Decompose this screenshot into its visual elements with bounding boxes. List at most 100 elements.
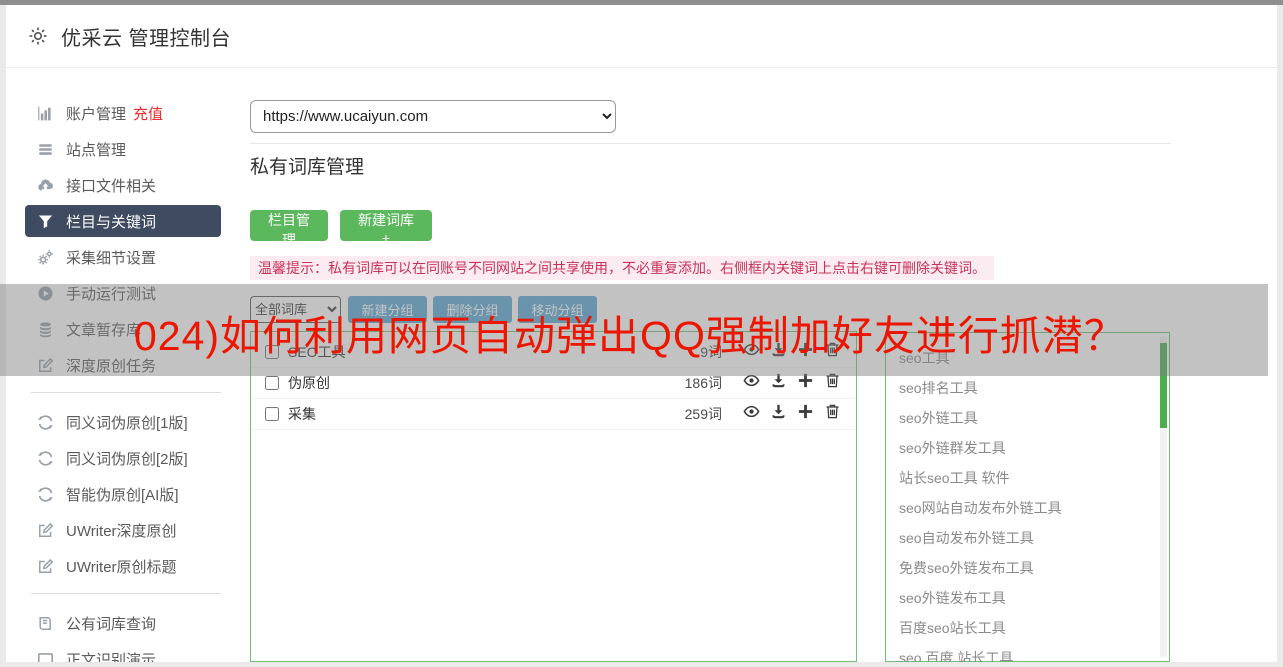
sidebar-item-label: 手动运行测试 bbox=[66, 285, 157, 303]
sidebar-item[interactable]: 智能伪原创[AI版] bbox=[25, 476, 221, 512]
eye-icon[interactable] bbox=[743, 372, 761, 390]
lexicon-list-panel: SEO工具 9词 伪原创 186词 采集 259词 bbox=[250, 331, 857, 662]
download-icon[interactable] bbox=[770, 403, 788, 421]
refresh-icon bbox=[37, 486, 54, 503]
sidebar-item-label: UWriter深度原创 bbox=[66, 522, 177, 540]
recharge-link[interactable]: 充值 bbox=[133, 103, 163, 124]
database-icon bbox=[37, 321, 54, 338]
edit-icon bbox=[37, 558, 54, 575]
app-root: 优采云 管理控制台 账户管理 充值 站点管理 接口文件相关 栏目与关键词 采集细… bbox=[0, 0, 1283, 667]
sidebar-group-rewrite: 同义词伪原创[1版] 同义词伪原创[2版] 智能伪原创[AI版] UWriter… bbox=[6, 404, 246, 584]
lexicon-filter-select[interactable]: 全部词库 bbox=[250, 296, 341, 323]
sidebar-item-label: 采集细节设置 bbox=[66, 249, 157, 267]
edit-icon bbox=[37, 357, 54, 374]
refresh-icon bbox=[37, 450, 54, 467]
tip-banner: 温馨提示：私有词库可以在同账号不同网站之间共享使用，不必重复添加。右侧框内关键词… bbox=[250, 256, 994, 280]
new-group-button[interactable]: 新建分组 bbox=[348, 296, 427, 323]
site-select[interactable]: https://www.ucaiyun.com bbox=[250, 100, 616, 133]
sidebar-item[interactable]: 站点管理 bbox=[25, 131, 221, 167]
sidebar-item[interactable]: 采集细节设置 bbox=[25, 239, 221, 275]
sidebar-item[interactable]: 文章暂存库 bbox=[25, 311, 221, 347]
move-group-button[interactable]: 移动分组 bbox=[518, 296, 597, 323]
keyword-item[interactable]: seo 百度 站长工具 bbox=[886, 643, 1169, 662]
gears-icon bbox=[37, 249, 54, 266]
sidebar-item-label: 同义词伪原创[1版] bbox=[66, 414, 188, 432]
bar-chart-icon bbox=[37, 105, 54, 122]
delete-group-button[interactable]: 删除分组 bbox=[433, 296, 512, 323]
keyword-item[interactable]: seo外链群发工具 bbox=[886, 433, 1169, 463]
plus-icon[interactable] bbox=[797, 403, 815, 421]
book-icon bbox=[37, 615, 54, 632]
keyword-item[interactable]: seo自动发布外链工具 bbox=[886, 523, 1169, 553]
keyword-item[interactable]: 免费seo外链发布工具 bbox=[886, 553, 1169, 583]
sidebar-item[interactable]: 同义词伪原创[1版] bbox=[25, 404, 221, 440]
keyword-list-panel: seo工具 seo排名工具 seo外链工具 seo外链群发工具 站长seo工具 软件 se… bbox=[885, 332, 1170, 662]
sidebar-divider bbox=[31, 392, 221, 393]
edit-icon bbox=[37, 522, 54, 539]
plus-icon[interactable] bbox=[797, 372, 815, 390]
column-manage-button[interactable]: 栏目管理 bbox=[250, 210, 328, 248]
lexicon-checkbox[interactable] bbox=[265, 407, 279, 421]
keyword-item[interactable]: 百度seo站长工具 bbox=[886, 613, 1169, 643]
sidebar-item-label: 站点管理 bbox=[66, 141, 127, 159]
section-divider bbox=[250, 143, 1171, 144]
sidebar-item-label: 文章暂存库 bbox=[66, 321, 142, 339]
trash-icon[interactable] bbox=[824, 403, 842, 421]
keyword-item[interactable]: seo工具 bbox=[886, 343, 1169, 373]
lexicon-checkbox[interactable] bbox=[265, 345, 279, 359]
scrollbar-track[interactable] bbox=[1160, 337, 1167, 657]
sidebar-item-label: 公有词库查询 bbox=[66, 615, 157, 633]
sidebar-group-main: 账户管理 充值 站点管理 接口文件相关 栏目与关键词 采集细节设置 手动运行测试… bbox=[6, 95, 246, 383]
lexicon-row: SEO工具 9词 bbox=[251, 337, 856, 368]
play-icon bbox=[37, 285, 54, 302]
lexicon-actions bbox=[734, 341, 842, 363]
lexicon-actions bbox=[734, 372, 842, 394]
sidebar-item[interactable]: 公有词库查询 bbox=[25, 605, 221, 641]
lexicon-checkbox[interactable] bbox=[265, 376, 279, 390]
trash-icon[interactable] bbox=[824, 341, 842, 359]
lexicon-word-count: 259词 bbox=[684, 406, 722, 422]
lexicon-name: 伪原创 bbox=[288, 375, 330, 391]
sidebar-item-label: 正文识别演示 bbox=[66, 651, 157, 663]
sidebar-item-label: 智能伪原创[AI版] bbox=[66, 486, 179, 504]
download-icon[interactable] bbox=[770, 372, 788, 390]
plus-icon[interactable] bbox=[797, 341, 815, 359]
scrollbar-thumb[interactable] bbox=[1160, 343, 1167, 428]
sidebar-item-label: 接口文件相关 bbox=[66, 177, 157, 195]
app-title: 优采云 管理控制台 bbox=[61, 27, 232, 50]
lexicon-name: 采集 bbox=[288, 406, 316, 422]
sidebar-item[interactable]: 接口文件相关 bbox=[25, 167, 221, 203]
new-lexicon-button[interactable]: 新建词库 + bbox=[340, 210, 432, 246]
funnel-icon bbox=[37, 213, 54, 230]
gear-icon bbox=[28, 26, 48, 46]
app-card: 优采云 管理控制台 账户管理 充值 站点管理 接口文件相关 栏目与关键词 采集细… bbox=[6, 5, 1277, 662]
sidebar-item[interactable]: 账户管理 充值 bbox=[25, 95, 221, 131]
sidebar-item[interactable]: UWriter深度原创 bbox=[25, 512, 221, 548]
sidebar-item-label: 栏目与关键词 bbox=[66, 213, 157, 231]
page-title: 私有词库管理 bbox=[250, 157, 365, 178]
sidebar-divider bbox=[31, 593, 221, 594]
keyword-item[interactable]: seo外链发布工具 bbox=[886, 583, 1169, 613]
keyword-item[interactable]: seo网站自动发布外链工具 bbox=[886, 493, 1169, 523]
monitor-icon bbox=[37, 651, 54, 662]
keyword-item[interactable]: seo排名工具 bbox=[886, 373, 1169, 403]
sidebar-item[interactable]: UWriter原创标题 bbox=[25, 548, 221, 584]
lexicon-row: 采集 259词 bbox=[251, 399, 856, 430]
download-icon[interactable] bbox=[770, 341, 788, 359]
keyword-item[interactable]: seo外链工具 bbox=[886, 403, 1169, 433]
lexicon-word-count: 186词 bbox=[684, 375, 722, 391]
sidebar-item[interactable]: 栏目与关键词 bbox=[25, 205, 221, 237]
eye-icon[interactable] bbox=[743, 403, 761, 421]
cloud-upload-icon bbox=[37, 177, 54, 194]
app-header: 优采云 管理控制台 bbox=[6, 5, 1277, 68]
sidebar: 账户管理 充值 站点管理 接口文件相关 栏目与关键词 采集细节设置 手动运行测试… bbox=[6, 95, 246, 662]
sidebar-item[interactable]: 正文识别演示 bbox=[25, 641, 221, 662]
sidebar-item[interactable]: 手动运行测试 bbox=[25, 275, 221, 311]
sidebar-item-label: UWriter原创标题 bbox=[66, 558, 177, 576]
sidebar-item[interactable]: 同义词伪原创[2版] bbox=[25, 440, 221, 476]
sidebar-item[interactable]: 深度原创任务 bbox=[25, 347, 221, 383]
trash-icon[interactable] bbox=[824, 372, 842, 390]
keyword-item[interactable]: 站长seo工具 软件 bbox=[886, 463, 1169, 493]
sidebar-group-tools: 公有词库查询 正文识别演示 bbox=[6, 605, 246, 662]
eye-icon[interactable] bbox=[743, 341, 761, 359]
